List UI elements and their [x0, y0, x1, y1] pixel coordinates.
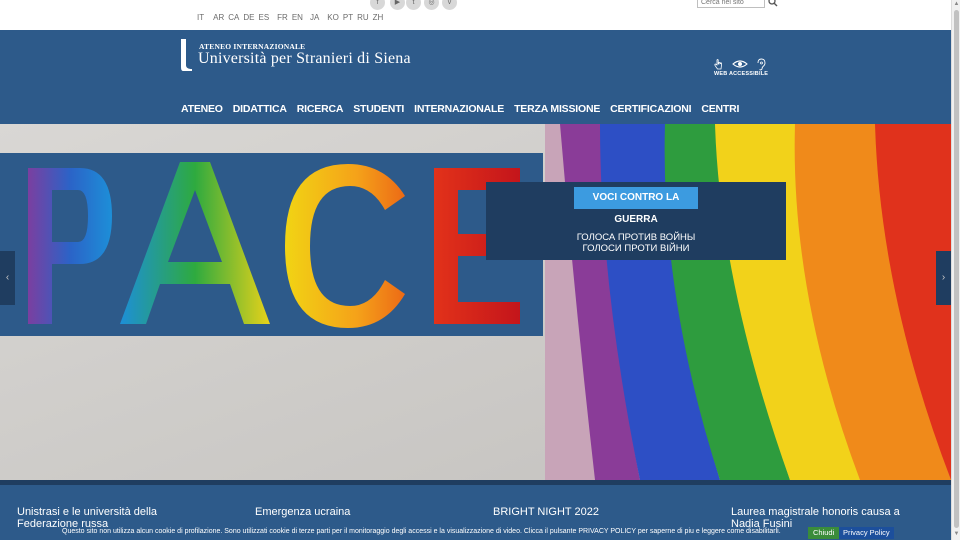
- language-selector: IT AR CA DE ES FR EN JA KO PT RU ZH: [197, 13, 387, 22]
- voci-contro-la-guerra-button[interactable]: VOCI CONTRO LA GUERRA: [574, 187, 698, 225]
- cookie-banner: Questo sito non utilizza alcun cookie di…: [0, 526, 951, 540]
- vimeo-icon[interactable]: v: [442, 0, 457, 10]
- vertical-scrollbar[interactable]: ▲ ▼: [951, 0, 960, 540]
- twitter-icon[interactable]: t: [406, 0, 421, 10]
- lang-ru[interactable]: RU: [357, 13, 369, 22]
- rainbow-flag: [545, 124, 951, 480]
- cookie-close-button[interactable]: Chiudi: [808, 527, 840, 539]
- lang-de[interactable]: DE: [243, 13, 254, 22]
- nav-internazionale[interactable]: INTERNAZIONALE: [414, 103, 504, 115]
- nav-ricerca[interactable]: RICERCA: [297, 103, 344, 115]
- hero-caption: VOCI CONTRO LA GUERRA ГОЛОСА ПРОТИВ ВОЙН…: [486, 182, 786, 260]
- main-navigation: ATENEO DIDATTICA RICERCA STUDENTI INTERN…: [181, 103, 749, 115]
- scroll-up-icon[interactable]: ▲: [953, 1, 960, 8]
- lang-ko[interactable]: KO: [327, 13, 339, 22]
- nav-certificazioni[interactable]: CERTIFICAZIONI: [610, 103, 691, 115]
- lang-ca[interactable]: CA: [228, 13, 239, 22]
- lang-it[interactable]: IT: [197, 13, 204, 22]
- chevron-left-icon: ‹: [5, 272, 10, 283]
- news-item[interactable]: BRIGHT NIGHT 2022: [493, 506, 663, 518]
- nav-didattica[interactable]: DIDATTICA: [233, 103, 287, 115]
- ear-icon: [757, 58, 766, 71]
- facebook-icon[interactable]: f: [370, 0, 385, 10]
- instagram-icon[interactable]: ◎: [424, 0, 439, 10]
- web-accessibile-label[interactable]: WEB ACCESSIBILE: [714, 71, 768, 77]
- hero-image: [0, 124, 951, 480]
- privacy-policy-button[interactable]: Privacy Policy: [839, 527, 894, 539]
- youtube-icon[interactable]: ▶: [390, 0, 405, 10]
- scrollbar-thumb[interactable]: [954, 10, 959, 528]
- lang-ar[interactable]: AR: [213, 13, 224, 22]
- site-header: ATENEO INTERNAZIONALE Università per Str…: [0, 30, 951, 124]
- lang-fr[interactable]: FR: [277, 13, 288, 22]
- nav-centri[interactable]: CENTRI: [701, 103, 739, 115]
- chevron-right-icon: ›: [941, 272, 946, 283]
- news-item[interactable]: Emergenza ucraina: [255, 506, 425, 518]
- cookie-text: Questo sito non utilizza alcun cookie di…: [62, 528, 781, 535]
- lang-en[interactable]: EN: [292, 13, 303, 22]
- lang-zh[interactable]: ZH: [373, 13, 384, 22]
- nav-ateneo[interactable]: ATENEO: [181, 103, 223, 115]
- caption-ukrainian: ГОЛОСИ ПРОТИ ВІЙНИ: [582, 243, 690, 254]
- logo-title[interactable]: Università per Stranieri di Siena: [198, 50, 411, 68]
- top-utility-bar: f ▶ t ◎ v IT AR CA DE ES FR EN JA KO PT …: [0, 0, 951, 30]
- page: f ▶ t ◎ v IT AR CA DE ES FR EN JA KO PT …: [0, 0, 960, 540]
- eye-icon: [732, 60, 748, 68]
- nav-studenti[interactable]: STUDENTI: [353, 103, 404, 115]
- university-logo-icon[interactable]: [180, 38, 194, 71]
- hero-slider[interactable]: VOCI CONTRO LA GUERRA ГОЛОСА ПРОТИВ ВОЙН…: [0, 124, 951, 480]
- lang-pt[interactable]: PT: [343, 13, 353, 22]
- lang-ja[interactable]: JA: [310, 13, 319, 22]
- hand-pointer-icon: [714, 59, 722, 70]
- lang-es[interactable]: ES: [258, 13, 269, 22]
- slider-prev-button[interactable]: ‹: [0, 251, 15, 305]
- search-input[interactable]: [697, 0, 765, 8]
- nav-terza-missione[interactable]: TERZA MISSIONE: [514, 103, 600, 115]
- slider-next-button[interactable]: ›: [936, 251, 951, 305]
- search-icon[interactable]: [767, 0, 779, 7]
- scroll-down-icon[interactable]: ▼: [953, 531, 960, 538]
- caption-russian: ГОЛОСА ПРОТИВ ВОЙНЫ: [576, 232, 696, 243]
